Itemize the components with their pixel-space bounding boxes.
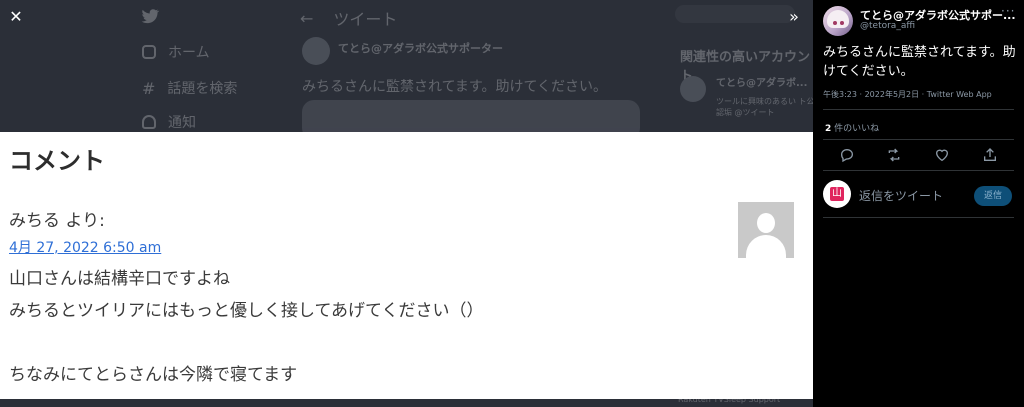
avatar-head xyxy=(757,213,775,233)
bg-author: てとら@アダラボ公式サポーター xyxy=(338,42,503,55)
reply-icon[interactable] xyxy=(839,147,855,163)
bg-tweet-text: みちるさんに監禁されてます。助けてください。 xyxy=(302,79,608,95)
close-icon[interactable]: ✕ xyxy=(5,6,27,28)
bell-icon xyxy=(142,115,156,129)
comment-author: みちる より: xyxy=(9,211,105,231)
bg-avatar xyxy=(302,37,330,65)
twitter-logo-icon xyxy=(141,9,160,24)
share-icon[interactable] xyxy=(982,147,998,163)
retweet-icon[interactable] xyxy=(886,147,902,163)
divider xyxy=(823,217,1014,218)
bg-nav-explore: # 話題を検索 xyxy=(142,78,238,98)
current-user-avatar[interactable]: 山 xyxy=(823,180,851,208)
more-options-icon[interactable]: ··· xyxy=(1001,4,1015,18)
divider xyxy=(823,139,1014,140)
comment-line: 山口さんは結構辛口ですよね xyxy=(9,269,230,289)
bg-nav-home: ホーム xyxy=(142,42,210,62)
bg-suggest-avatar xyxy=(680,76,706,102)
divider xyxy=(823,170,1014,171)
media-image: コメント みちる より: 4月 27, 2022 6:50 am 山口さんは結構… xyxy=(0,132,813,399)
author-avatar[interactable] xyxy=(823,6,853,36)
avatar-body xyxy=(746,235,786,258)
tweet-detail-pane: てとら@アダラボ公式サポー... @tetora_affi ··· みちるさんに… xyxy=(813,0,1024,407)
bg-tweet-header: ← ツイート xyxy=(300,8,398,30)
tweet-text: みちるさんに監禁されてます。助けてください。 xyxy=(823,45,1016,79)
home-icon xyxy=(142,45,156,59)
likes-count[interactable]: 2 件のいいね xyxy=(825,121,879,134)
comment-line: みちるとツイリアにはもっと優しく接してあげてください（） xyxy=(9,301,484,321)
avatar-eye xyxy=(833,21,837,25)
avatar-eye xyxy=(840,21,844,25)
reply-button[interactable]: 返信 xyxy=(974,186,1012,206)
like-heart-icon[interactable] xyxy=(934,147,950,163)
comment-date-link: 4月 27, 2022 6:50 am xyxy=(9,240,162,256)
hashtag-icon: # xyxy=(142,78,156,98)
bg-search-pill xyxy=(675,5,795,23)
author-handle[interactable]: @tetora_affi xyxy=(860,21,915,31)
comment-heading: コメント xyxy=(9,147,105,175)
comment-line: ちなみにてとらさんは今隣で寝てます xyxy=(9,365,298,385)
avatar-hair xyxy=(827,10,849,28)
reply-input[interactable]: 返信をツイート xyxy=(859,187,943,204)
back-arrow-icon: ← xyxy=(300,8,314,28)
tweet-timestamp[interactable]: 午後3:23 · 2022年5月2日 · Twitter Web App xyxy=(823,89,992,100)
divider xyxy=(823,109,1014,110)
avatar-mark: 山 xyxy=(830,187,844,201)
media-viewer: ホーム # 話題を検索 通知 ← ツイート てとら@アダラボ公式サポーター みちるさ… xyxy=(0,0,813,407)
collapse-pane-icon[interactable]: » xyxy=(783,6,805,28)
default-avatar-icon xyxy=(738,202,794,258)
bg-nav-notifications: 通知 xyxy=(142,112,196,132)
